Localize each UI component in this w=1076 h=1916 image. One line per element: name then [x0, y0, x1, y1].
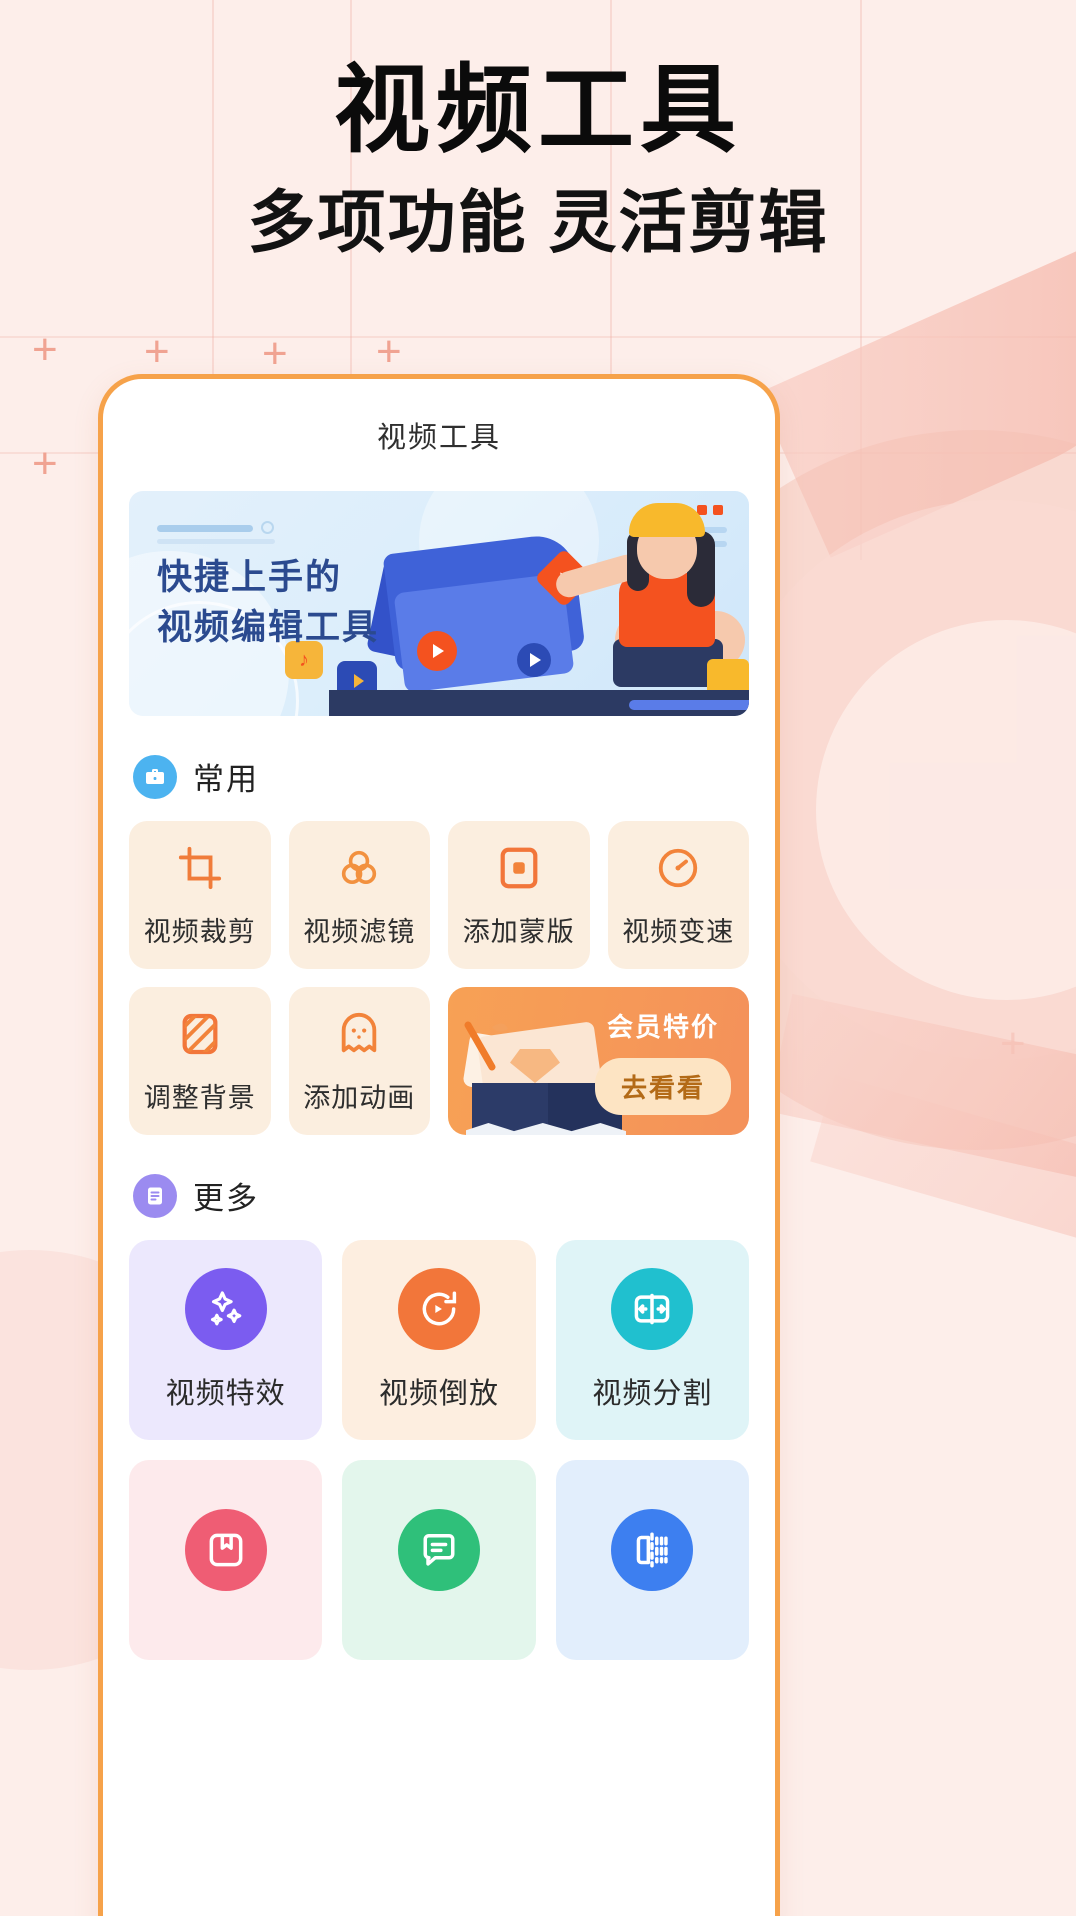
common-tools-grid: 视频裁剪 视频滤镜 添加蒙版 视频变速: [129, 821, 749, 969]
plus-icon: +: [32, 439, 58, 488]
tick: [713, 505, 723, 515]
page-title: 视频工具: [334, 57, 742, 164]
tool-tile-bookmark[interactable]: [129, 1460, 323, 1660]
play-icon: [517, 643, 551, 677]
hero-illustration: ♪: [285, 491, 749, 716]
tool-tile-speed[interactable]: 视频变速: [607, 821, 749, 969]
vip-promo-content: 会员特价 去看看: [594, 1007, 731, 1115]
vip-title: 会员特价: [606, 1012, 719, 1042]
app-bar: 视频工具: [103, 379, 775, 491]
tool-label: 视频特效: [165, 1378, 286, 1410]
plus-icon: +: [32, 325, 58, 374]
vip-promo-card[interactable]: 会员特价 去看看: [448, 987, 749, 1135]
hero-text: 快捷上手的 视频编辑工具: [157, 553, 379, 652]
tool-tile-effects[interactable]: 视频特效: [129, 1240, 323, 1440]
background-stripes-icon: [174, 1008, 226, 1060]
tool-tile-mask[interactable]: 添加蒙版: [448, 821, 590, 969]
crop-icon: [174, 842, 226, 894]
play-icon: [417, 631, 457, 671]
tool-label: 添加动画: [303, 1082, 416, 1113]
tool-tile-filter[interactable]: 视频滤镜: [288, 821, 430, 969]
tool-tile-split[interactable]: 视频分割: [555, 1240, 749, 1440]
section-label: 更多: [193, 1181, 259, 1216]
hero-line-2: 视频编辑工具: [157, 607, 380, 647]
tool-label: 添加蒙版: [462, 916, 575, 947]
tool-tile-background[interactable]: 调整背景: [129, 987, 271, 1135]
tool-tile-reverse[interactable]: 视频倒放: [342, 1240, 536, 1440]
vip-cta-button[interactable]: 去看看: [594, 1058, 731, 1115]
hero-banner[interactable]: 快捷上手的 视频编辑工具 ♪: [129, 491, 749, 716]
hero-fake-bar: [157, 525, 253, 532]
hero-fake-dot: [261, 521, 274, 534]
plus-icon: +: [262, 329, 288, 378]
filter-circles-icon: [333, 842, 385, 894]
tool-tile-subtitle[interactable]: [342, 1460, 536, 1660]
tool-label: 视频变速: [622, 916, 735, 947]
hero-line-1: 快捷上手的: [157, 558, 343, 597]
reverse-play-icon: [397, 1268, 480, 1350]
list-icon: [133, 1173, 177, 1218]
mirror-icon: [611, 1509, 694, 1591]
tool-tile-mirror[interactable]: [555, 1460, 749, 1660]
speed-gauge-icon: [652, 842, 704, 894]
tool-label: 视频滤镜: [303, 916, 416, 947]
common-tools-grid-row2: 调整背景 添加动画 会员特价 去看看: [129, 987, 749, 1135]
plus-icon: +: [376, 327, 402, 376]
more-tools-grid-row2: [129, 1460, 749, 1660]
hero-fake-bar: [157, 539, 275, 544]
subtitle-icon: [397, 1509, 480, 1591]
app-scroll-area[interactable]: 快捷上手的 视频编辑工具 ♪ 常用 视频裁剪 视频滤镜 添加蒙版 视频变速 调整…: [103, 491, 775, 1660]
poster-headline: 视频工具 多项功能 灵活剪辑: [0, 52, 1076, 265]
plus-icon: +: [144, 327, 170, 376]
gift-ribbon: [462, 1021, 516, 1071]
phone-mockup: 视频工具 快捷上手的 视频编辑工具 ♪ 常用 视频裁剪 视频滤镜 添加蒙版 视频…: [98, 374, 780, 1916]
briefcase-icon: [133, 754, 177, 799]
tick-marks: [697, 505, 723, 515]
tool-label: 视频分割: [592, 1378, 713, 1410]
section-header-common: 常用: [133, 754, 749, 799]
tool-tile-crop[interactable]: 视频裁剪: [129, 821, 271, 969]
section-header-more: 更多: [133, 1173, 749, 1218]
tool-label: 视频倒放: [378, 1378, 499, 1410]
split-icon: [611, 1268, 694, 1350]
ghost-icon: [333, 1008, 385, 1060]
tool-tile-animation[interactable]: 添加动画: [288, 987, 430, 1135]
tool-label: 视频裁剪: [143, 916, 256, 947]
illustration-ground-bar: [629, 700, 749, 710]
bookmark-video-icon: [184, 1509, 267, 1591]
sparkle-stars-icon: [184, 1268, 267, 1350]
section-label: 常用: [193, 762, 259, 797]
mask-square-icon: [493, 842, 545, 894]
more-tools-grid: 视频特效 视频倒放 视频分割: [129, 1240, 749, 1440]
character-hat: [629, 503, 705, 537]
gift-wave: [466, 1123, 626, 1135]
tool-label: 调整背景: [143, 1082, 256, 1113]
page-subtitle: 多项功能 灵活剪辑: [247, 185, 829, 262]
app-bar-title: 视频工具: [376, 422, 501, 454]
